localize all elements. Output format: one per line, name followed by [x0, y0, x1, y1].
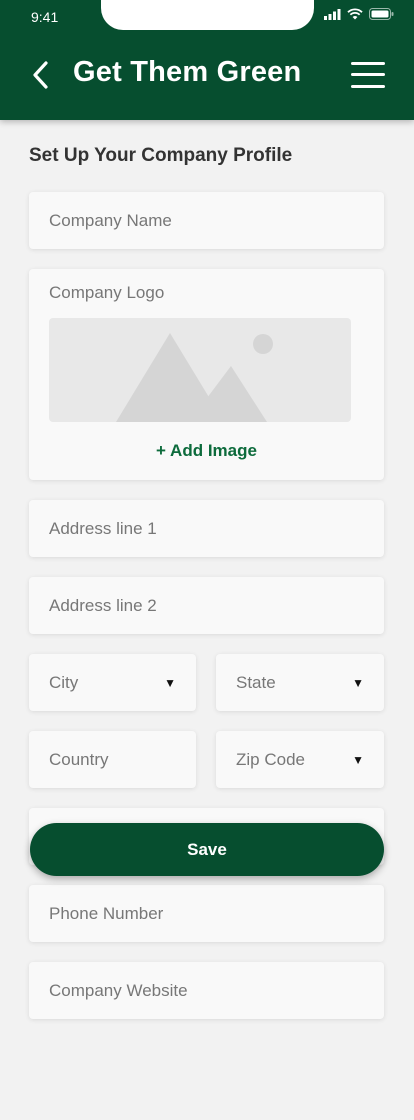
dropdown-arrow-icon: ▼ [164, 675, 176, 690]
app-title: Get Them Green [73, 56, 302, 88]
state-placeholder: State [236, 672, 276, 692]
address-line-2-placeholder: Address line 2 [49, 595, 157, 615]
city-placeholder: City [49, 672, 79, 692]
city-select[interactable]: City ▼ [29, 654, 196, 711]
hamburger-icon [351, 62, 385, 65]
device-notch [101, 0, 314, 30]
status-time: 9:41 [31, 9, 59, 25]
address-line-1-field[interactable]: Address line 1 [29, 500, 384, 557]
page-title: Set Up Your Company Profile [29, 145, 293, 166]
phone-number-field[interactable]: Phone Number [29, 885, 384, 942]
hamburger-icon-line [351, 85, 385, 88]
chevron-left-icon [33, 61, 48, 89]
battery-icon [369, 8, 394, 20]
state-select[interactable]: State ▼ [216, 654, 384, 711]
address-line-2-field[interactable]: Address line 2 [29, 577, 384, 634]
country-placeholder: Country [49, 749, 109, 769]
dropdown-arrow-icon: ▼ [352, 675, 364, 690]
company-logo-card: Company Logo + Add Image [29, 269, 384, 480]
save-button[interactable]: Save [30, 823, 384, 876]
company-website-placeholder: Company Website [49, 980, 188, 1000]
phone-number-placeholder: Phone Number [49, 903, 164, 923]
zip-code-select[interactable]: Zip Code ▼ [216, 731, 384, 788]
wifi-icon [347, 8, 363, 20]
add-image-button[interactable]: + Add Image [29, 441, 384, 461]
back-button[interactable] [25, 58, 55, 92]
image-placeholder-icon[interactable] [49, 318, 351, 422]
company-website-field[interactable]: Company Website [29, 962, 384, 1019]
company-name-field[interactable]: Company Name [29, 192, 384, 249]
company-name-placeholder: Company Name [49, 210, 172, 230]
menu-button[interactable] [349, 60, 387, 90]
hamburger-icon-line [351, 73, 385, 76]
status-icons [324, 8, 394, 20]
country-field[interactable]: Country [29, 731, 196, 788]
zip-code-placeholder: Zip Code [236, 749, 305, 769]
app-header: 9:41 Get Them Green [0, 0, 414, 120]
landscape-icon [116, 333, 273, 422]
address-line-1-placeholder: Address line 1 [49, 518, 157, 538]
signal-icon [324, 8, 341, 20]
company-logo-label: Company Logo [49, 283, 165, 302]
dropdown-arrow-icon: ▼ [352, 752, 364, 767]
